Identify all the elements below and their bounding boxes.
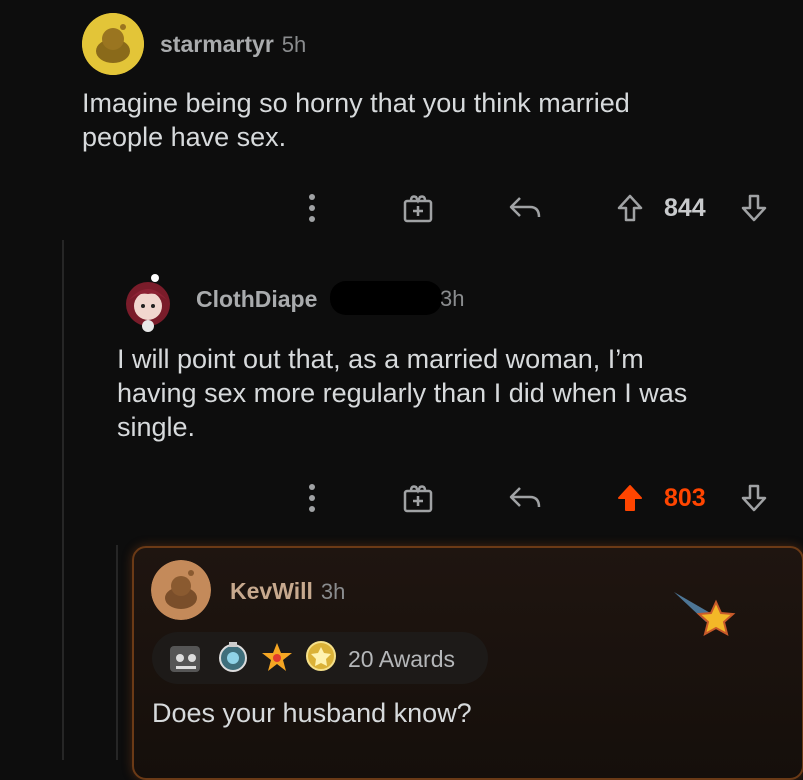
- username-text[interactable]: KevWill: [230, 578, 313, 604]
- snoo-avatar-icon: [126, 274, 170, 332]
- gift-award-icon[interactable]: [398, 188, 438, 228]
- comment-body: Imagine being so horny that you think ma…: [82, 86, 630, 154]
- comment-body-line: people have sex.: [82, 122, 287, 152]
- downvote-icon[interactable]: [734, 188, 774, 228]
- reply-icon[interactable]: [505, 188, 545, 228]
- star-award-icon: [672, 588, 742, 648]
- comment-body: I will point out that, as a married woma…: [117, 342, 687, 444]
- comment-time-text: 3h: [440, 286, 465, 311]
- comment-body-line: Imagine being so horny that you think ma…: [82, 88, 630, 118]
- comment-time: 3h: [440, 286, 464, 312]
- award-starstruck-icon: [260, 640, 294, 674]
- username-text[interactable]: starmartyr: [160, 31, 274, 57]
- upvote-icon[interactable]: [610, 188, 650, 228]
- upvote-icon[interactable]: [610, 478, 650, 518]
- comment-body: Does your husband know?: [152, 698, 472, 728]
- comment-time: 3h: [320, 579, 346, 604]
- awards-count[interactable]: 20 Awards: [348, 646, 455, 673]
- award-snoo-icon: [166, 640, 206, 676]
- score: 803: [664, 484, 706, 512]
- avatar[interactable]: [117, 270, 179, 332]
- comment-body-line: single.: [117, 412, 196, 442]
- more-options-icon[interactable]: [300, 478, 324, 518]
- username[interactable]: starmartyr 5h: [160, 31, 306, 58]
- username-text[interactable]: ClothDiape: [196, 286, 317, 312]
- comment-actions: 844: [0, 188, 803, 228]
- comment-time: 5h: [281, 32, 307, 57]
- award-gold-icon: [304, 639, 338, 673]
- snoo-avatar-icon: [82, 13, 144, 75]
- downvote-icon[interactable]: [734, 478, 774, 518]
- snoo-avatar-icon: [151, 560, 211, 620]
- award-helpful-icon: [216, 640, 250, 674]
- username[interactable]: ClothDiape: [196, 286, 317, 313]
- gift-award-icon[interactable]: [398, 478, 438, 518]
- more-options-icon[interactable]: [300, 188, 324, 228]
- thread-line-level2: [116, 545, 118, 760]
- username[interactable]: KevWill 3h: [230, 578, 345, 605]
- avatar[interactable]: [82, 13, 144, 75]
- comment-body-line: I will point out that, as a married woma…: [117, 344, 644, 374]
- comment-body-line: having sex more regularly than I did whe…: [117, 378, 688, 408]
- comment-actions: 803: [0, 478, 803, 518]
- avatar[interactable]: [151, 560, 211, 620]
- score: 844: [664, 194, 706, 222]
- reply-icon[interactable]: [505, 478, 545, 518]
- redaction-bar: [330, 281, 442, 315]
